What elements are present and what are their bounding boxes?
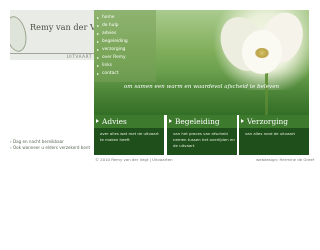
- service-body: van het proces van afscheid nemen tussen…: [167, 128, 237, 155]
- service-text: van alles rond de uitvaart: [245, 131, 296, 136]
- nav-item-links[interactable]: ▸ links: [94, 62, 156, 70]
- nav-item-label: advies: [102, 31, 117, 36]
- nav-item-label: de hulp: [102, 23, 119, 28]
- service-body: over alles wat met de uitvaart te maken …: [94, 128, 164, 155]
- bullet-icon: ▸: [97, 55, 100, 60]
- footer-credit-link[interactable]: webdesign: Hermine de Greef: [256, 157, 314, 162]
- bullet-icon: ▸: [97, 47, 100, 52]
- nav-item-label: contact: [102, 71, 119, 76]
- main-nav: ▸ home ▸ de hulp ▸ advies ▸ begeleiding …: [94, 10, 156, 82]
- logo-title: Remy van der Vegt: [30, 22, 94, 32]
- nav-item-de-hulp[interactable]: ▸ de hulp: [94, 22, 156, 30]
- nav-item-contact[interactable]: ▸ contact: [94, 70, 156, 78]
- service-begeleiding[interactable]: Begeleiding van het proces van afscheid …: [167, 115, 237, 155]
- bullet-icon: ▸: [97, 63, 100, 68]
- bullet-icon: ▸: [97, 23, 100, 28]
- bullet-icon: ▸: [97, 15, 100, 20]
- side-link[interactable]: › Ook wanneer u elders verzekerd bent: [10, 145, 90, 151]
- service-body: van alles rond de uitvaart: [239, 128, 309, 155]
- nav-item-label: home: [102, 15, 115, 20]
- leaf-logo-icon: [10, 14, 30, 54]
- nav-item-home[interactable]: ▸ home: [94, 14, 156, 22]
- nav-item-advies[interactable]: ▸ advies: [94, 30, 156, 38]
- service-header[interactable]: Verzorging: [239, 115, 309, 128]
- bullet-icon: ▸: [97, 31, 100, 36]
- side-link-label: Dag en nacht bereikbaar: [12, 139, 64, 144]
- logo-subtitle: UITVAART: [66, 54, 92, 59]
- service-text: van het proces van afscheid nemen tussen…: [173, 131, 235, 148]
- service-verzorging[interactable]: Verzorging van alles rond de uitvaart: [239, 115, 309, 155]
- bullet-icon: ▸: [97, 39, 100, 44]
- nav-item-verzorging[interactable]: ▸ verzorging: [94, 46, 156, 54]
- nav-item-over-remy[interactable]: ▸ over Remy: [94, 54, 156, 62]
- service-title: Verzorging: [247, 117, 289, 126]
- side-links: › Dag en nacht bereikbaar › Ook wanneer …: [10, 139, 90, 151]
- service-title: Advies: [102, 117, 127, 126]
- arrow-right-icon: [169, 119, 172, 123]
- service-header[interactable]: Begeleiding: [167, 115, 237, 128]
- service-text: over alles wat met de uitvaart te maken …: [100, 131, 159, 142]
- logo[interactable]: Remy van der Vegt UITVAART: [10, 10, 94, 60]
- service-title: Begeleiding: [175, 117, 220, 126]
- nav-item-label: begeleiding: [102, 39, 128, 44]
- footer-copyright: © 2010 Remy van der Vegt | Uitvaarten: [95, 157, 173, 162]
- nav-item-label: verzorging: [102, 47, 126, 52]
- service-advies[interactable]: Advies over alles wat met de uitvaart te…: [94, 115, 164, 155]
- nav-item-label: links: [102, 63, 113, 68]
- side-link-label: Ook wanneer u elders verzekerd bent: [12, 145, 91, 150]
- nav-item-label: over Remy: [102, 55, 126, 60]
- hero-slogan: om samen een warm en waardevol afscheid …: [123, 84, 280, 90]
- arrow-right-icon: [96, 119, 99, 123]
- service-header[interactable]: Advies: [94, 115, 164, 128]
- bullet-icon: ▸: [97, 71, 100, 76]
- arrow-right-icon: [241, 119, 244, 123]
- nav-item-begeleiding[interactable]: ▸ begeleiding: [94, 38, 156, 46]
- flower-stamen: [255, 48, 269, 58]
